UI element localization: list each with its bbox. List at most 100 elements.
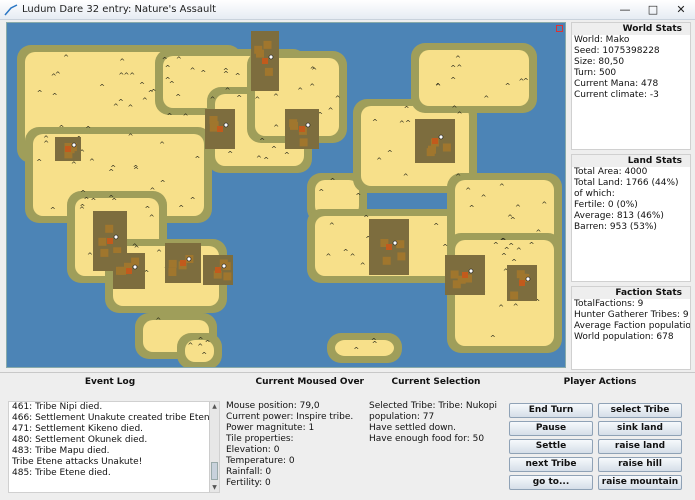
- mountain-glyph: ^: [145, 206, 151, 214]
- tribe-marker: [113, 234, 119, 240]
- select-tribe-button[interactable]: select Tribe: [598, 403, 682, 418]
- mountain-glyph: ^: [350, 253, 356, 261]
- log-entry: 485: Tribe Etene died.: [12, 468, 111, 478]
- scroll-down-icon[interactable]: ▼: [210, 483, 219, 492]
- moused-over-line: Fertility: 0: [226, 478, 271, 488]
- mountain-glyph: ^: [499, 183, 505, 191]
- mountain-glyph: ^: [504, 246, 510, 254]
- faction-stat-line: Average Faction population: 75: [574, 321, 691, 331]
- world-map-canvas[interactable]: ^^^^^^^^^^^^^^^^^^^^^^^^^^^^^^^^^^^^^^^^…: [7, 23, 566, 368]
- mountain-glyph: ^: [273, 93, 279, 101]
- app-icon: [4, 4, 18, 16]
- tribe-marker: [223, 122, 229, 128]
- mountain-glyph: ^: [110, 164, 116, 172]
- tribe-marker: [438, 134, 444, 140]
- close-icon[interactable]: ✕: [675, 4, 687, 16]
- mountain-glyph: ^: [205, 340, 211, 348]
- mountain-glyph: ^: [227, 150, 233, 158]
- log-entry: 471: Settlement Kikeno died.: [12, 424, 144, 434]
- mountain-glyph: ^: [507, 214, 513, 222]
- event-log-list[interactable]: 461: Tribe Nipi died. 466: Settlement Un…: [8, 401, 220, 493]
- mountain-glyph: ^: [455, 173, 461, 181]
- mountain-glyph: ^: [523, 78, 529, 86]
- mountain-glyph: ^: [329, 222, 335, 230]
- land-stat-line: Average: 813 (46%): [574, 211, 664, 221]
- settlement-field: [382, 256, 391, 265]
- land-stats-panel: Land Stats Total Area: 4000 Total Land: …: [571, 154, 691, 282]
- mountain-glyph: ^: [515, 204, 521, 212]
- mountain-glyph: ^: [450, 76, 456, 84]
- mountain-glyph: ^: [200, 70, 206, 78]
- raise-land-button[interactable]: raise land: [598, 439, 682, 454]
- world-map[interactable]: ^ ^ ^ ^ ^ ^ ^ ^ ^ ^ ^ ^ ^ ^ ^ ^ ^ ^ ^ ^ ^ ^ ^ ^ ^ ^ ^ ^ ^ ^ ^ ^ ^ ^ ^ ^ ^ ^ ^ ^…: [6, 22, 566, 368]
- mountain-glyph: ^: [91, 198, 97, 206]
- settlement-village: [262, 58, 268, 64]
- world-stat-line: World: Mako: [574, 35, 630, 45]
- mountain-glyph: ^: [55, 71, 61, 79]
- mountain-glyph: ^: [541, 201, 547, 209]
- selection-header: Current Selection: [391, 377, 481, 387]
- world-stat-line: Current climate: -3: [574, 90, 659, 100]
- pause-button[interactable]: Pause: [509, 421, 593, 436]
- mountain-glyph: ^: [399, 120, 405, 128]
- settlement-field: [263, 40, 272, 49]
- mountain-glyph: ^: [183, 113, 189, 121]
- mountain-glyph: ^: [37, 89, 43, 97]
- maximize-icon[interactable]: □: [647, 4, 659, 16]
- minimize-icon[interactable]: —: [619, 4, 631, 16]
- mountain-glyph: ^: [273, 124, 279, 132]
- mountain-glyph: ^: [452, 105, 458, 113]
- mountain-glyph: ^: [176, 56, 182, 64]
- moused-over-line: Elevation: 0: [226, 445, 280, 455]
- mountain-glyph: ^: [89, 158, 95, 166]
- world-stat-line: Size: 80,50: [574, 57, 625, 67]
- mountain-glyph: ^: [271, 146, 277, 154]
- mountain-glyph: ^: [210, 96, 216, 104]
- raise-mountain-button[interactable]: raise mountain: [598, 475, 682, 490]
- settlement-field: [290, 121, 298, 130]
- faction-stat-line: World population: 678: [574, 332, 674, 342]
- world-stats-panel: World Stats World: Mako Seed: 1075398228…: [571, 22, 691, 150]
- moused-over-line: Tile properties:: [226, 434, 294, 444]
- island-sand: [335, 340, 394, 356]
- map-tile-cursor: [556, 25, 563, 32]
- log-entry: Tribe Etene attacks Unakute!: [12, 457, 143, 467]
- mountain-glyph: ^: [160, 180, 166, 188]
- mountain-glyph: ^: [318, 189, 324, 197]
- land-stat-line: Fertile: 0 (0%): [574, 200, 638, 210]
- next-tribe-button[interactable]: next Tribe: [509, 457, 593, 472]
- sink-land-button[interactable]: sink land: [598, 421, 682, 436]
- event-log-scrollbar[interactable]: ▲ ▼: [209, 402, 219, 492]
- faction-stat-line: Hunter Gatherer Tribes: 9: [574, 310, 689, 320]
- end-turn-button[interactable]: End Turn: [509, 403, 593, 418]
- selection-line: Selected Tribe: Tribe: Nukopi: [369, 401, 497, 411]
- settle-button[interactable]: Settle: [509, 439, 593, 454]
- scroll-up-icon[interactable]: ▲: [210, 402, 219, 411]
- moused-over-line: Power magnitute: 1: [226, 423, 315, 433]
- selection-line: population: 77: [369, 412, 435, 422]
- go-to-button[interactable]: go to...: [509, 475, 593, 490]
- world-stats-header: World Stats: [572, 23, 690, 35]
- faction-stats-header: Faction Stats: [572, 287, 690, 299]
- mountain-glyph: ^: [235, 72, 241, 80]
- mountain-glyph: ^: [442, 244, 448, 252]
- faction-stats-panel: Faction Stats TotalFactions: 9 Hunter Ga…: [571, 286, 691, 370]
- scroll-thumb[interactable]: [211, 462, 218, 480]
- mountain-glyph: ^: [142, 97, 148, 105]
- mountain-glyph: ^: [335, 95, 341, 103]
- mountain-glyph: ^: [149, 214, 155, 222]
- settlement-village: [432, 138, 438, 144]
- mountain-glyph: ^: [124, 72, 130, 80]
- raise-hill-button[interactable]: raise hill: [598, 457, 682, 472]
- tribe-marker: [186, 256, 192, 262]
- world-stat-line: Current Mana: 478: [574, 79, 659, 89]
- moused-over-header: Current Moused Over: [255, 377, 364, 387]
- settlement-field: [396, 240, 405, 249]
- tribe-marker: [468, 268, 474, 274]
- mountain-glyph: ^: [113, 103, 119, 111]
- mountain-glyph: ^: [36, 158, 42, 166]
- moused-over-panel: Mouse position: 79,0 Current power: Insp…: [223, 401, 365, 493]
- tribe-marker: [71, 142, 77, 148]
- settlement-field: [116, 266, 124, 275]
- mountain-glyph: ^: [328, 107, 334, 115]
